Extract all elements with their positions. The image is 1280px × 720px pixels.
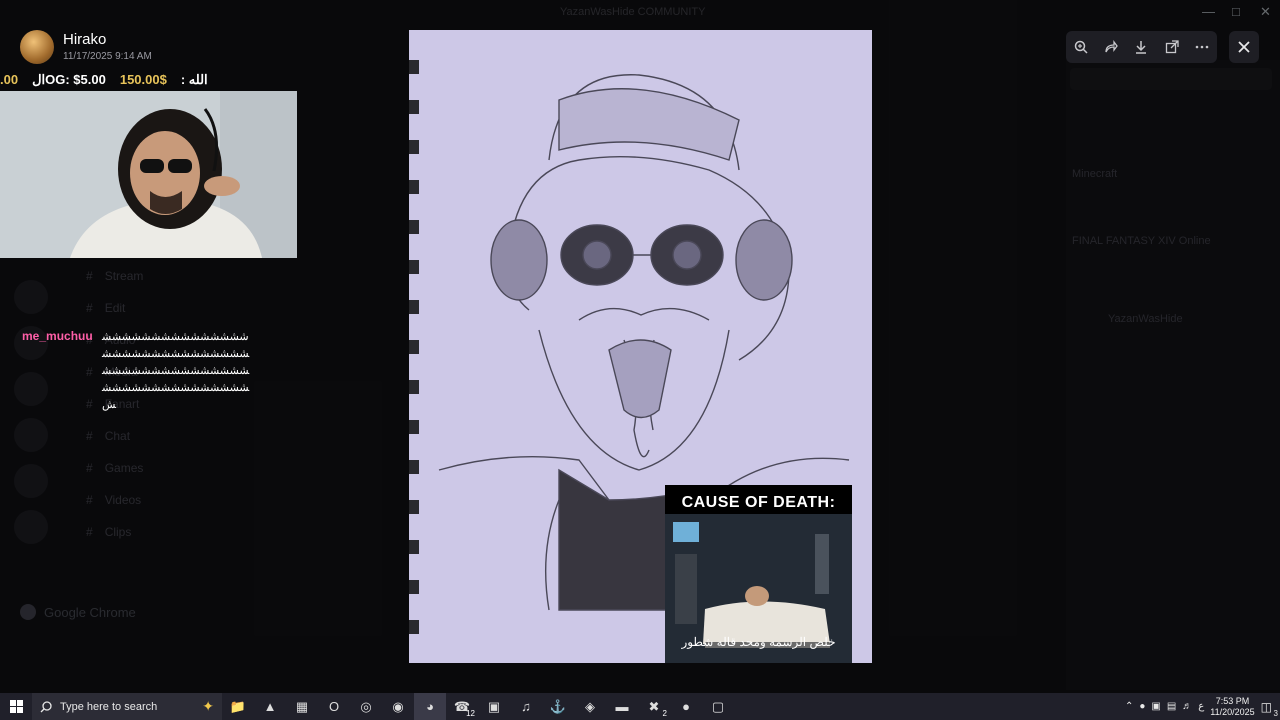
- taskbar-app-glyph: ▣: [487, 698, 501, 714]
- webcam-person-image: [0, 91, 297, 258]
- controller-icon[interactable]: ⚓: [542, 693, 574, 720]
- vpn-icon[interactable]: ◈: [574, 693, 606, 720]
- ticker-item: الOG: $5.00: [32, 72, 106, 87]
- volume-icon[interactable]: ♬: [1182, 701, 1192, 712]
- taskbar-app-glyph: ▦: [295, 698, 309, 714]
- file-explorer-icon[interactable]: 📁: [222, 693, 254, 720]
- window-icon[interactable]: ▢: [702, 693, 734, 720]
- taskbar-app-glyph: ◉: [392, 698, 404, 714]
- network-icon[interactable]: ▤: [1167, 701, 1176, 712]
- ticker-item: 150.00$: [119, 72, 167, 87]
- chevron-up-icon[interactable]: ⌃: [1125, 701, 1133, 712]
- download-icon[interactable]: [1128, 34, 1154, 60]
- meme-title: CAUSE OF DEATH:: [681, 494, 836, 511]
- sparkle-icon: ✦: [202, 698, 214, 714]
- donation-ticker: .00 الOG: $5.00 150.00$ : الله: [0, 72, 300, 88]
- taskbar-app-glyph: ✖: [648, 698, 660, 714]
- store-icon[interactable]: ▦: [286, 693, 318, 720]
- taskbar-app-glyph: ▢: [711, 698, 725, 714]
- windows-taskbar: Type here to search ✦ 📁 ▲ ▦ O ◎ ◉ ◕ ☎ 12 ▣ ♫ ⚓ ◈ ▬ ✖ 2 ●…: [0, 693, 1280, 720]
- microphone-icon[interactable]: ●: [1139, 701, 1145, 712]
- close-icon: [1238, 41, 1250, 53]
- discord-icon[interactable]: ◕: [414, 693, 446, 720]
- taskbar-app-glyph: ♫: [521, 699, 531, 714]
- brave-icon[interactable]: ▲: [254, 693, 286, 720]
- notification-icon[interactable]: ◫ 3: [1261, 700, 1278, 718]
- taskbar-app-glyph: ⚓: [549, 698, 567, 714]
- outlook-icon[interactable]: O: [318, 693, 350, 720]
- taskbar-app-glyph: 📁: [229, 698, 247, 714]
- windows-icon: [9, 700, 23, 713]
- search-placeholder: Type here to search: [60, 700, 158, 713]
- meme-caption: خلص الرسمه ومحد قاله شطور: [681, 635, 836, 649]
- author-name: Hirako: [63, 31, 107, 48]
- app-badge: 2: [662, 709, 667, 718]
- clock-date: 11/20/2025: [1210, 706, 1255, 717]
- taskbar-apps: 📁 ▲ ▦ O ◎ ◉ ◕ ☎ 12 ▣ ♫ ⚓ ◈ ▬ ✖ 2 ● ▢: [222, 693, 734, 720]
- viewer-toolbar: [1066, 31, 1217, 63]
- system-tray: ⌃ ● ▣ ▤ ♬ ع 7:53 PM 11/20/2025 ◫ 3: [1125, 693, 1280, 720]
- ticker-item: .00: [0, 72, 19, 87]
- meme-overlay: CAUSE OF DEATH: خلص الرسمه ومحد قاله شطو…: [665, 485, 852, 663]
- taskbar-app-glyph: ◕: [426, 699, 434, 714]
- chat-username: me_muchuu: [22, 329, 93, 343]
- taskbar-app-glyph: ◎: [360, 698, 372, 714]
- obs-icon[interactable]: ◎: [350, 693, 382, 720]
- clock-time: 7:53 PM: [1215, 695, 1250, 706]
- taskbar-app-glyph: ◈: [585, 698, 595, 714]
- spotify-icon[interactable]: ♫: [510, 693, 542, 720]
- more-icon[interactable]: [1189, 34, 1215, 60]
- taskbar-app-glyph: ●: [682, 699, 690, 714]
- app-green-icon[interactable]: ▣: [478, 693, 510, 720]
- app-badge: 12: [466, 709, 475, 718]
- chat-message: شششششششششششششششششششششششششششششششششششششششش…: [102, 331, 250, 411]
- webcam-feed: [0, 91, 297, 258]
- whatsapp-icon[interactable]: ☎ 12: [446, 693, 478, 720]
- input-language[interactable]: ع: [1198, 701, 1204, 712]
- screen-icon[interactable]: ▣: [1151, 701, 1160, 712]
- author-avatar: [20, 30, 54, 64]
- steam-icon[interactable]: ◉: [382, 693, 414, 720]
- search-icon: [40, 700, 52, 712]
- notification-count: 3: [1273, 708, 1278, 718]
- xbox-icon[interactable]: ✖ 2: [638, 693, 670, 720]
- spiral-binding: [409, 60, 419, 634]
- start-button[interactable]: [0, 693, 32, 720]
- taskbar-search-input[interactable]: Type here to search ✦: [32, 693, 222, 720]
- ticker-item: : الله: [180, 72, 208, 87]
- taskbar-app-glyph: ▲: [263, 699, 277, 714]
- zoom-in-icon[interactable]: [1068, 34, 1094, 60]
- taskbar-app-glyph: ▬: [615, 699, 629, 714]
- open-external-icon[interactable]: [1159, 34, 1185, 60]
- taskbar-app-glyph: O: [328, 699, 340, 714]
- system-clock[interactable]: 7:53 PM 11/20/2025: [1210, 696, 1254, 718]
- post-timestamp: 11/17/2025 9:14 AM: [63, 51, 152, 62]
- terminal-icon[interactable]: ▬: [606, 693, 638, 720]
- close-viewer-button[interactable]: [1229, 31, 1259, 63]
- chrome-icon[interactable]: ●: [670, 693, 702, 720]
- forward-icon[interactable]: [1098, 34, 1124, 60]
